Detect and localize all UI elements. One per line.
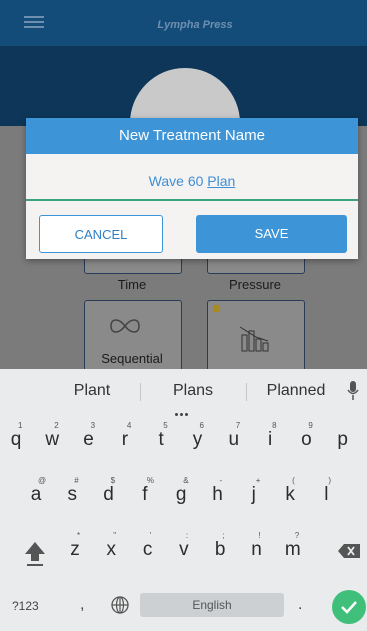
suggestion-divider	[140, 383, 141, 401]
key-letter: j	[251, 484, 256, 505]
key-letter: y	[192, 429, 203, 450]
suggestion-divider	[246, 383, 247, 401]
treatment-name-input[interactable]: Wave 60 Plan	[26, 154, 358, 198]
key-x[interactable]: " x	[96, 525, 126, 569]
key-letter: p	[337, 429, 348, 450]
key-letter: r	[121, 429, 129, 450]
app-bar: Lympha Press	[0, 0, 367, 46]
infinity-icon	[110, 319, 140, 333]
key-letter: u	[228, 429, 240, 450]
key-letter: c	[142, 539, 153, 560]
suggestion-3[interactable]: Planned	[252, 369, 340, 413]
cancel-button[interactable]: CANCEL	[39, 215, 163, 253]
time-label: Time	[117, 277, 147, 292]
shift-icon[interactable]	[24, 540, 46, 568]
key-letter: e	[83, 429, 94, 450]
input-text: Wave 60	[148, 173, 204, 189]
key-z[interactable]: * z	[60, 525, 90, 569]
key-letter: n	[251, 539, 262, 560]
key-letter: b	[214, 539, 226, 560]
key-h[interactable]: -h	[203, 470, 233, 514]
key-f[interactable]: % f	[130, 470, 160, 514]
suggestion-2[interactable]: Plans	[147, 369, 239, 413]
key-r[interactable]: 4r	[110, 415, 140, 459]
mic-icon[interactable]	[347, 380, 359, 402]
suggestion-1[interactable]: Plant	[50, 369, 134, 413]
key-e[interactable]: 3e	[74, 415, 104, 459]
key-letter: v	[179, 539, 189, 560]
lock-icon	[213, 305, 220, 312]
key-letter: g	[175, 484, 187, 505]
period-key[interactable]: .	[298, 596, 302, 614]
more-icon[interactable]	[175, 403, 191, 416]
menu-icon[interactable]	[24, 16, 44, 30]
key-v[interactable]: :v	[169, 525, 199, 569]
app-logo: Lympha Press	[157, 19, 233, 31]
key-d[interactable]: $ d	[94, 470, 124, 514]
enter-button[interactable]	[332, 590, 366, 624]
key-m[interactable]: ? m	[278, 525, 308, 569]
key-b[interactable]: ; b	[205, 525, 235, 569]
key-letter: o	[301, 429, 312, 450]
chart-tile[interactable]	[207, 300, 305, 371]
new-treatment-dialog: New Treatment Name Wave 60 Plan CANCEL S…	[26, 118, 358, 259]
bar-chart-icon	[239, 326, 269, 352]
key-g[interactable]: & g	[166, 470, 196, 514]
key-letter: h	[212, 484, 223, 505]
key-t[interactable]: 5t	[146, 415, 176, 459]
key-u[interactable]: 7u	[219, 415, 249, 459]
key-o[interactable]: 9o	[291, 415, 321, 459]
key-y[interactable]: 6y	[183, 415, 213, 459]
key-letter: a	[30, 484, 42, 505]
checkmark-icon	[341, 601, 357, 614]
key-a[interactable]: @ a	[21, 470, 51, 514]
key-letter: x	[106, 539, 117, 560]
key-i[interactable]: 8i	[255, 415, 285, 459]
key-letter: t	[158, 429, 164, 450]
key-s[interactable]: # s	[57, 470, 87, 514]
key-letter: q	[10, 429, 22, 450]
key-p[interactable]: p	[328, 415, 358, 459]
key-w[interactable]: 2w	[37, 415, 67, 459]
key-letter: l	[324, 484, 329, 505]
sequential-label: Sequential	[101, 351, 163, 366]
globe-icon[interactable]	[110, 595, 130, 615]
backspace-icon[interactable]	[338, 544, 360, 558]
key-letter: w	[45, 429, 60, 450]
key-l[interactable]: ) l	[311, 470, 341, 514]
key-letter: s	[67, 484, 78, 505]
key-letter: d	[103, 484, 114, 505]
save-button[interactable]: SAVE	[196, 215, 347, 253]
input-underlined-word: Plan	[207, 173, 236, 189]
comma-key[interactable]: ,	[80, 596, 84, 614]
key-n[interactable]: ! n	[242, 525, 272, 569]
key-letter: z	[70, 539, 80, 560]
key-j[interactable]: + j	[239, 470, 269, 514]
space-bar[interactable]: English	[140, 593, 284, 617]
dialog-title: New Treatment Name	[26, 118, 358, 154]
key-q[interactable]: 1q	[1, 415, 31, 459]
key-c[interactable]: ' c	[133, 525, 163, 569]
symbols-key[interactable]: ?123	[12, 599, 39, 613]
pressure-label: Pressure	[228, 277, 282, 292]
input-underline	[26, 199, 358, 201]
key-k[interactable]: (k	[275, 470, 305, 514]
key-letter: i	[267, 429, 273, 450]
key-letter: m	[284, 539, 301, 560]
key-letter: k	[285, 484, 295, 505]
key-letter: f	[142, 484, 148, 505]
